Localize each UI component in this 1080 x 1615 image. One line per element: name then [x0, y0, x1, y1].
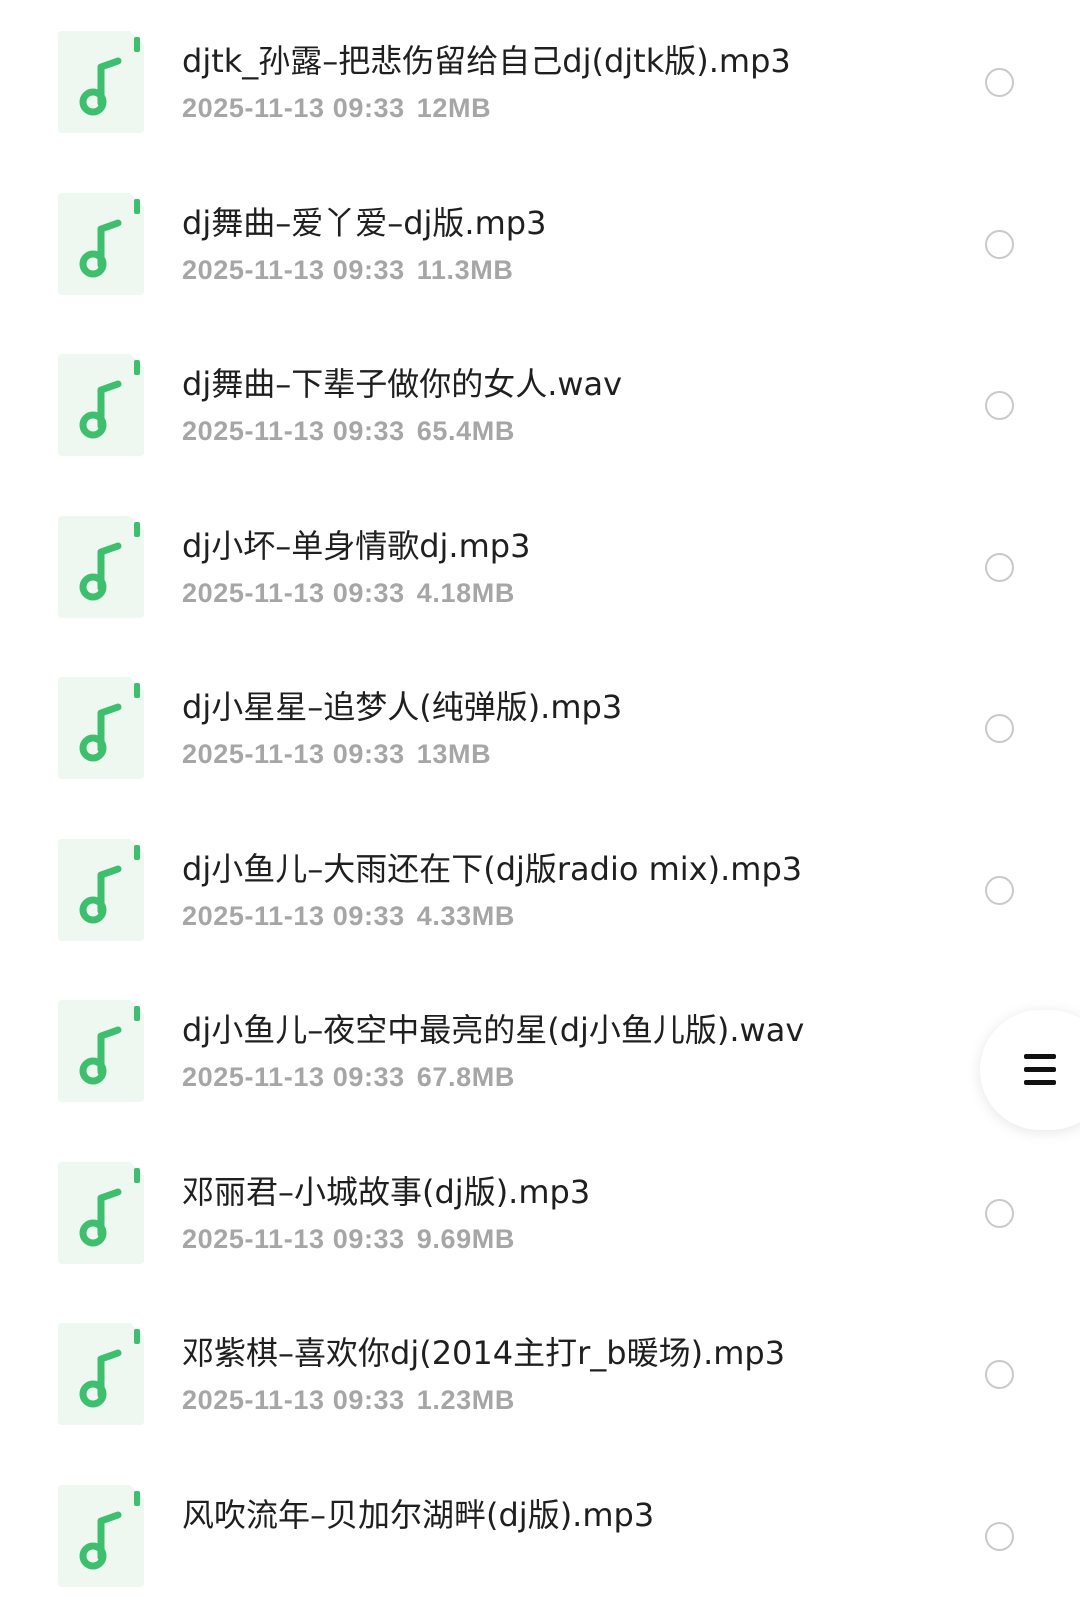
file-meta: 2025-11-13 09:33 9.69MB	[182, 1222, 515, 1256]
file-row[interactable]: dj小鱼儿–夜空中最亮的星(dj小鱼儿版).wav 2025-11-13 09:3…	[0, 969, 1080, 1130]
radio-unchecked-icon[interactable]	[985, 1199, 1014, 1228]
file-size: 65.4MB	[416, 416, 515, 446]
file-name: dj舞曲–爱丫爱–dj版.mp3	[182, 204, 547, 242]
file-name: dj小坏–单身情歌dj.mp3	[182, 527, 531, 565]
file-size: 1.23MB	[416, 1385, 515, 1415]
file-date: 2025-11-13 09:33	[182, 1224, 405, 1254]
file-size: 67.8MB	[416, 1062, 515, 1092]
file-size: 12MB	[416, 93, 492, 123]
music-file-icon	[58, 193, 144, 295]
file-name: 邓丽君–小城故事(dj版).mp3	[182, 1173, 591, 1211]
radio-unchecked-icon[interactable]	[985, 230, 1014, 259]
file-meta: 2025-11-13 09:33 13MB	[182, 737, 491, 771]
music-file-icon	[58, 677, 144, 779]
file-row[interactable]: djtk_孙露–把悲伤留给自己dj(djtk版).mp3 2025-11-13 0…	[0, 0, 1080, 161]
radio-unchecked-icon[interactable]	[985, 553, 1014, 582]
file-meta: 2025-11-13 09:33 67.8MB	[182, 1060, 515, 1094]
file-size: 4.18MB	[416, 578, 515, 608]
file-meta	[182, 1545, 194, 1579]
file-row[interactable]: 风吹流年–贝加尔湖畔(dj版).mp3	[0, 1454, 1080, 1615]
file-meta: 2025-11-13 09:33 12MB	[182, 91, 491, 125]
file-date: 2025-11-13 09:33	[182, 1062, 405, 1092]
file-date: 2025-11-13 09:33	[182, 416, 405, 446]
file-row[interactable]: dj舞曲–下辈子做你的女人.wav 2025-11-13 09:33 65.4MB	[0, 323, 1080, 484]
music-file-icon	[58, 354, 144, 456]
file-name: dj小鱼儿–大雨还在下(dj版radio mix).mp3	[182, 850, 803, 888]
file-meta: 2025-11-13 09:33 65.4MB	[182, 414, 515, 448]
radio-unchecked-icon[interactable]	[985, 391, 1014, 420]
file-name: 邓紫棋–喜欢你dj(2014主打r_b暖场).mp3	[182, 1334, 786, 1372]
file-name: djtk_孙露–把悲伤留给自己dj(djtk版).mp3	[182, 42, 791, 80]
file-date: 2025-11-13 09:33	[182, 578, 405, 608]
file-row[interactable]: dj小星星–追梦人(纯弹版).mp3 2025-11-13 09:33 13MB	[0, 646, 1080, 807]
file-row[interactable]: dj小鱼儿–大雨还在下(dj版radio mix).mp3 2025-11-13 …	[0, 808, 1080, 969]
file-date: 2025-11-13 09:33	[182, 93, 405, 123]
file-name: dj小星星–追梦人(纯弹版).mp3	[182, 688, 623, 726]
music-file-icon	[58, 1162, 144, 1264]
file-row[interactable]: 邓紫棋–喜欢你dj(2014主打r_b暖场).mp3 2025-11-13 09:…	[0, 1292, 1080, 1453]
file-meta: 2025-11-13 09:33 11.3MB	[182, 253, 513, 287]
hamburger-menu-icon	[1024, 1054, 1056, 1086]
file-list: djtk_孙露–把悲伤留给自己dj(djtk版).mp3 2025-11-13 0…	[0, 0, 1080, 1587]
music-file-icon	[58, 516, 144, 618]
file-date: 2025-11-13 09:33	[182, 739, 405, 769]
file-date: 2025-11-13 09:33	[182, 1385, 405, 1415]
file-size: 13MB	[416, 739, 492, 769]
music-file-icon	[58, 1000, 144, 1102]
file-row[interactable]: 邓丽君–小城故事(dj版).mp3 2025-11-13 09:33 9.69MB	[0, 1131, 1080, 1292]
radio-unchecked-icon[interactable]	[985, 68, 1014, 97]
file-row[interactable]: dj舞曲–爱丫爱–dj版.mp3 2025-11-13 09:33 11.3MB	[0, 162, 1080, 323]
file-meta: 2025-11-13 09:33 4.18MB	[182, 576, 515, 610]
radio-unchecked-icon[interactable]	[985, 714, 1014, 743]
file-row[interactable]: dj小坏–单身情歌dj.mp3 2025-11-13 09:33 4.18MB	[0, 485, 1080, 646]
file-date: 2025-11-13 09:33	[182, 901, 405, 931]
file-size: 9.69MB	[416, 1224, 515, 1254]
music-file-icon	[58, 31, 144, 133]
file-name: dj小鱼儿–夜空中最亮的星(dj小鱼儿版).wav	[182, 1011, 805, 1049]
music-file-icon	[58, 1485, 144, 1587]
file-name: 风吹流年–贝加尔湖畔(dj版).mp3	[182, 1496, 655, 1534]
file-date: 2025-11-13 09:33	[182, 255, 405, 285]
file-size: 4.33MB	[416, 901, 515, 931]
radio-unchecked-icon[interactable]	[985, 1360, 1014, 1389]
music-file-icon	[58, 839, 144, 941]
file-meta: 2025-11-13 09:33 4.33MB	[182, 899, 515, 933]
file-name: dj舞曲–下辈子做你的女人.wav	[182, 365, 623, 403]
music-file-icon	[58, 1323, 144, 1425]
file-meta: 2025-11-13 09:33 1.23MB	[182, 1383, 515, 1417]
radio-unchecked-icon[interactable]	[985, 1522, 1014, 1551]
file-size: 11.3MB	[416, 255, 514, 285]
radio-unchecked-icon[interactable]	[985, 876, 1014, 905]
